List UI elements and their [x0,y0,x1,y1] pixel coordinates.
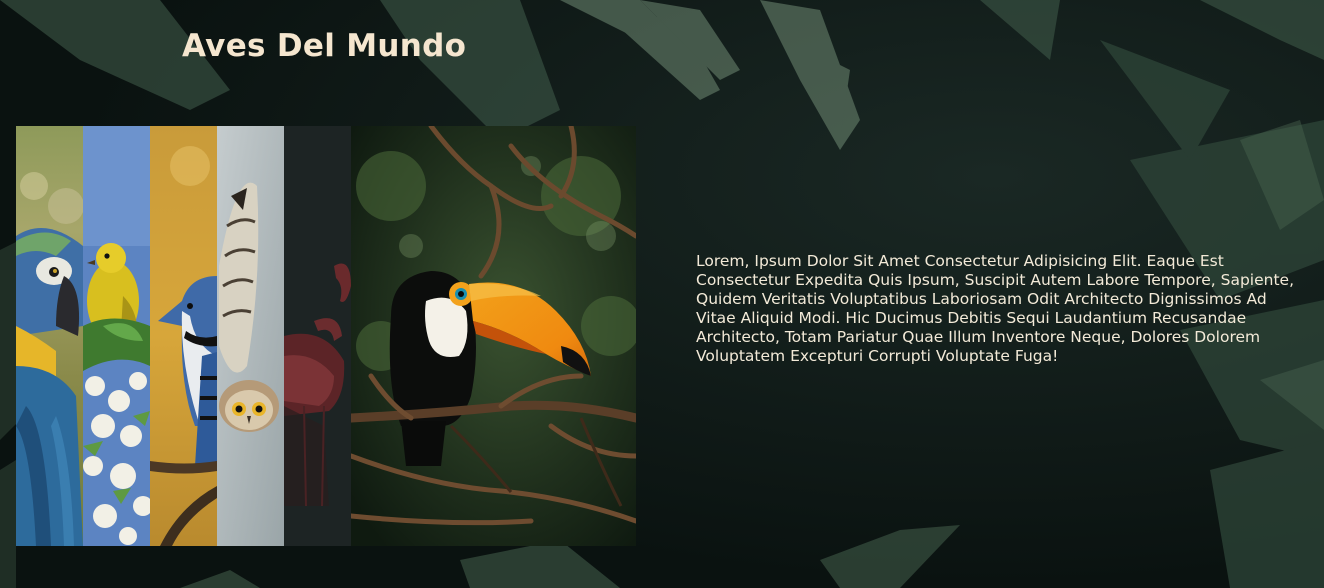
gallery-panel-blue-jay[interactable] [150,126,217,546]
gallery-panel-macaw[interactable] [16,126,83,546]
page-title: Aves Del Mundo [182,28,467,64]
owl-image [217,126,284,546]
gallery-panel-toucan[interactable] [351,126,636,546]
description-text: Lorem, Ipsum Dolor Sit Amet Consectetur … [696,252,1294,365]
bird-gallery [16,126,636,546]
yellow-bird-image [83,126,150,546]
flamingo-image [284,126,351,546]
toucan-image [351,126,636,546]
gallery-panel-owl[interactable] [217,126,284,546]
macaw-image [16,126,83,546]
blue-jay-image [150,126,217,546]
gallery-panel-flamingo[interactable] [284,126,351,546]
gallery-panel-yellow-bird[interactable] [83,126,150,546]
